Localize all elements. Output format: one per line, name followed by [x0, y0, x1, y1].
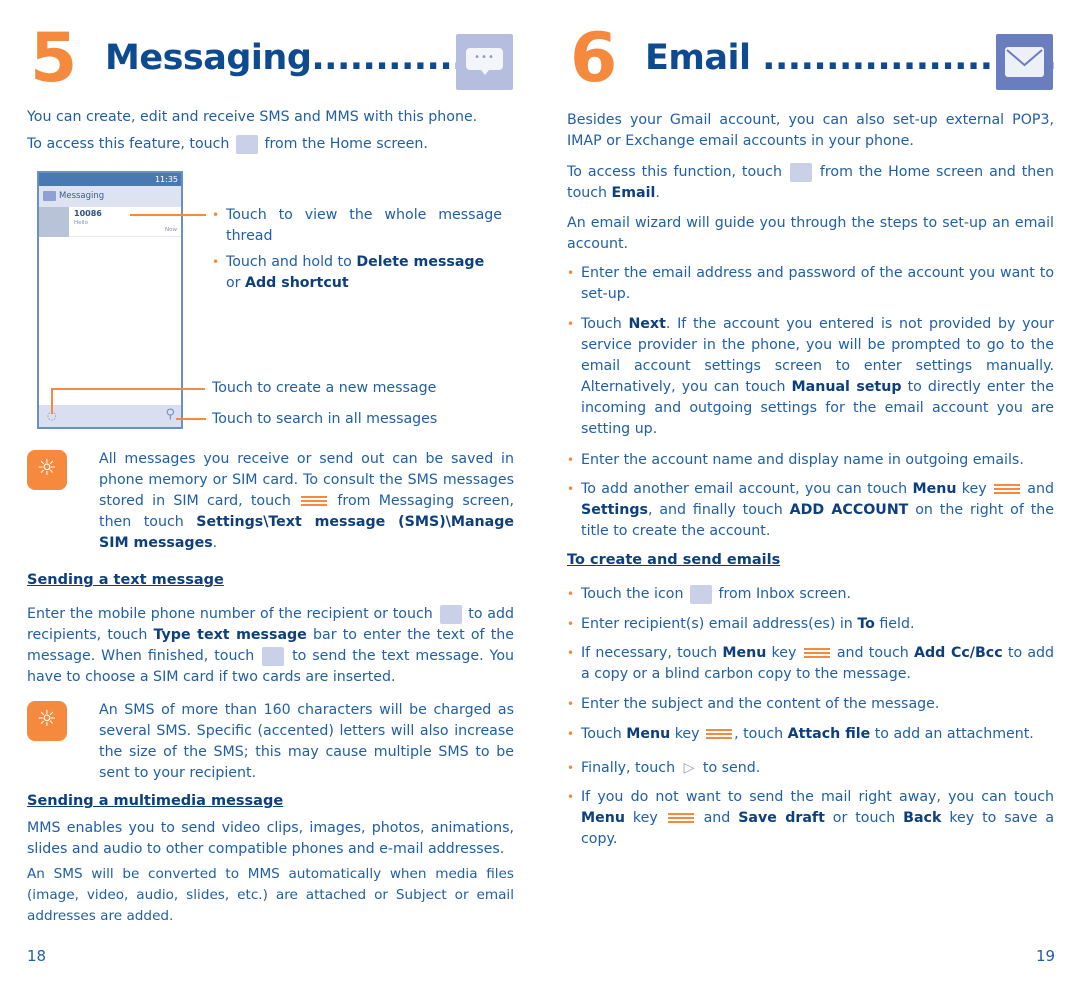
chapter-header-messaging: 5 Messaging................ ••• — [27, 19, 517, 98]
compose-email-icon — [689, 584, 712, 604]
section-create-send: To create and send emails — [567, 552, 781, 568]
menu-key-icon — [667, 812, 694, 824]
intro-1: You can create, edit and receive SMS and… — [27, 109, 478, 125]
setup-bullet-3: Enter the account name and display name … — [567, 450, 1054, 471]
email-access: To access this function, touch from the … — [567, 162, 1055, 201]
setup-bullet-4: To add another email account, you can to… — [567, 479, 1054, 542]
tip-lightbulb-icon-2: ☼ — [27, 701, 67, 741]
chapter-number: 6 — [570, 19, 618, 98]
page-number-right: 19 — [1036, 947, 1056, 965]
envelope-icon — [1006, 49, 1043, 67]
create-bullet-4: Enter the subject and the content of the… — [567, 694, 1054, 715]
callout-search: Touch to search in all messages — [212, 411, 438, 427]
avatar — [39, 207, 69, 237]
mms-para-1: MMS enables you to send video clips, ima… — [27, 820, 514, 857]
chapter-number: 5 — [30, 19, 78, 98]
callout-line-new-v — [51, 388, 53, 414]
chapter-header-email: 6 Email ....................... — [567, 19, 1057, 98]
create-bullet-6: Finally, touch ▷ to send. — [567, 758, 1054, 779]
menu-key-icon — [301, 495, 328, 507]
create-bullet-3: If necessary, touch Menu key and touch A… — [567, 643, 1054, 685]
send-arrow-icon: ▷ — [683, 760, 695, 776]
menu-key-icon — [993, 483, 1020, 495]
message-thread-row[interactable]: 10086 Hello Now — [39, 207, 181, 237]
tip-sms-length: An SMS of more than 160 characters will … — [99, 702, 514, 781]
send-icon — [262, 646, 285, 666]
callout-hold: Touch and hold to Delete message or Add … — [212, 252, 502, 294]
app-icon — [43, 191, 56, 201]
add-recipient-icon — [439, 604, 462, 624]
callout-view-thread: Touch to view the whole message thread — [212, 205, 502, 247]
setup-bullet-2: Touch Next. If the account you entered i… — [567, 314, 1054, 440]
callout-line-search — [176, 418, 206, 420]
tip-sim-storage: All messages you receive or send out can… — [99, 451, 515, 551]
apps-grid-icon — [789, 162, 812, 182]
mms-para-2: An SMS will be converted to MMS automati… — [27, 866, 514, 924]
status-bar: 11:35 — [39, 173, 181, 186]
callout-line-new — [51, 388, 205, 390]
menu-key-icon — [706, 728, 733, 740]
email-icon — [996, 34, 1053, 90]
page-number-left: 18 — [27, 947, 47, 965]
setup-bullet-1: Enter the email address and password of … — [567, 263, 1054, 305]
email-wizard: An email wizard will guide you through t… — [567, 215, 1054, 252]
callout-line-thread — [130, 214, 206, 216]
chapter-title: Email ....................... — [645, 38, 1057, 78]
messaging-icon: ••• — [456, 34, 513, 90]
callout-new-message: Touch to create a new message — [212, 380, 437, 396]
intro-2: To access this feature, touch from the H… — [27, 134, 428, 154]
search-icon[interactable]: ⚲ — [165, 407, 175, 422]
create-bullet-7: If you do not want to send the mail righ… — [567, 787, 1054, 850]
tip-lightbulb-icon: ☼ — [27, 450, 67, 490]
section-sending-mms: Sending a multimedia message — [27, 793, 284, 809]
create-bullet-2: Enter recipient(s) email address(es) in … — [567, 614, 1054, 635]
text-message-para: Enter the mobile phone number of the rec… — [27, 604, 515, 685]
section-sending-text: Sending a text message — [27, 572, 224, 588]
messaging-small-icon — [235, 134, 258, 154]
create-bullet-5: Touch Menu key , touch Attach file to ad… — [567, 724, 1054, 745]
menu-key-icon — [803, 647, 830, 659]
app-bar: Messaging — [39, 186, 181, 207]
email-intro: Besides your Gmail account, you can also… — [567, 112, 1054, 149]
bottom-bar: ◌ ⚲ — [39, 405, 181, 427]
phone-screenshot: 11:35 Messaging 10086 Hello Now ◌ ⚲ — [37, 171, 183, 429]
create-bullet-1: Touch the icon from Inbox screen. — [567, 584, 1054, 605]
chapter-title: Messaging................ — [105, 38, 517, 78]
